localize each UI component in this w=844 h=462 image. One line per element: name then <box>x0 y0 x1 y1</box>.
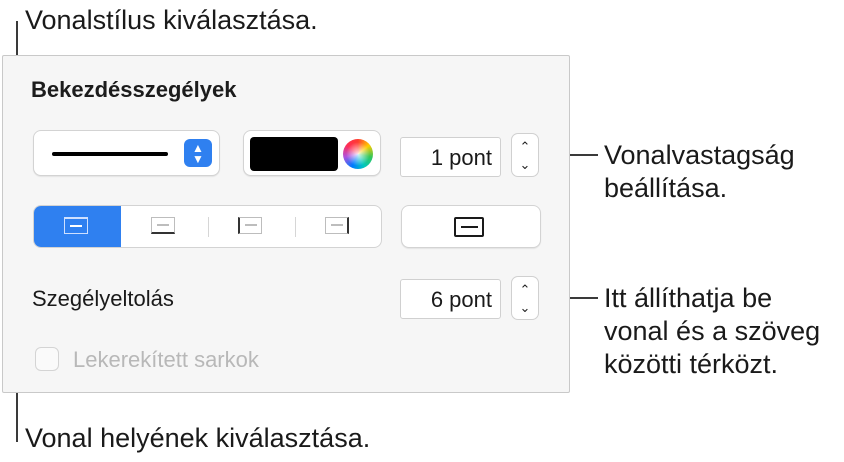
top-border-icon <box>64 217 88 234</box>
right-border-segment[interactable] <box>295 206 381 247</box>
left-border-icon <box>238 217 262 234</box>
offset-field[interactable]: 6 pont <box>400 279 501 319</box>
stepper-up-icon[interactable]: ⌃ <box>512 283 538 297</box>
line-style-popup[interactable]: ▲ ▼ <box>33 130 220 176</box>
border-position-segmented-control <box>33 205 382 248</box>
border-color-well[interactable] <box>243 130 381 176</box>
bottom-border-segment[interactable] <box>121 206 208 247</box>
rounded-corners-label: Lekerekített sarkok <box>73 347 259 372</box>
offset-stepper[interactable]: ⌃ ⌄ <box>511 276 539 320</box>
color-swatch[interactable] <box>250 137 338 171</box>
rounded-corners-checkbox[interactable] <box>35 347 59 371</box>
panel-title: Bekezdésszegélyek <box>31 77 237 102</box>
all-borders-button[interactable] <box>401 205 541 248</box>
offset-label: Szegélyeltolás <box>32 286 174 311</box>
callout-line-width-2: beállítása. <box>604 173 728 203</box>
box-border-icon <box>454 217 484 237</box>
line-width-stepper[interactable]: ⌃ ⌄ <box>511 133 539 177</box>
callout-offset-2: vonal és a szöveg <box>604 316 821 346</box>
stepper-down-icon[interactable]: ⌄ <box>512 301 538 315</box>
line-width-field[interactable]: 1 pont <box>400 137 501 177</box>
left-border-segment[interactable] <box>208 206 295 247</box>
color-wheel-icon[interactable] <box>343 139 373 169</box>
stepper-up-icon[interactable]: ⌃ <box>512 140 538 154</box>
callout-offset-3: közötti térközt. <box>604 349 779 379</box>
bottom-border-icon <box>151 217 175 234</box>
solid-line-preview <box>52 152 168 156</box>
stepper-down-icon[interactable]: ⌄ <box>512 158 538 172</box>
callout-line-position: Vonal helyének kiválasztása. <box>25 423 371 453</box>
callout-line-width-1: Vonalvastagság <box>604 140 795 170</box>
right-border-icon <box>325 217 349 234</box>
callout-line-style: Vonalstílus kiválasztása. <box>25 5 318 35</box>
top-border-segment[interactable] <box>34 206 121 247</box>
popup-arrows-icon: ▲ ▼ <box>184 139 212 167</box>
callout-offset-1: Itt állíthatja be <box>604 283 773 313</box>
